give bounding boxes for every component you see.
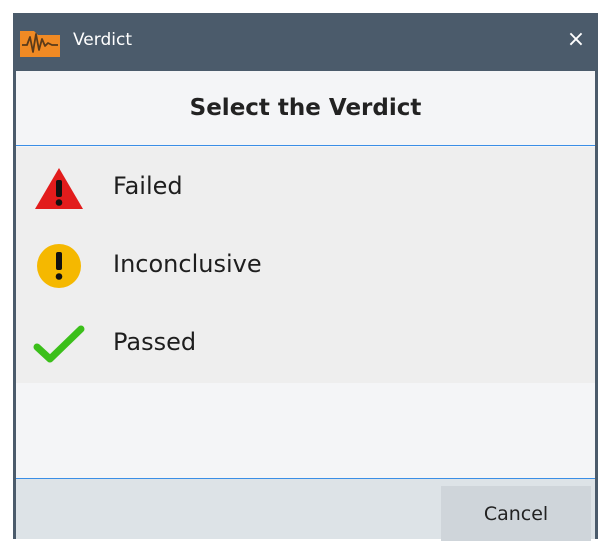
close-icon[interactable]: × <box>564 27 588 53</box>
heading-bar: Select the Verdict <box>16 71 595 146</box>
exclamation-circle-icon <box>33 243 85 289</box>
title-bar: Verdict × <box>13 13 598 71</box>
option-label: Passed <box>113 328 197 356</box>
waveform-folder-icon <box>18 25 62 59</box>
cancel-button[interactable]: Cancel <box>441 486 591 541</box>
option-failed[interactable]: Failed <box>16 149 595 225</box>
warning-triangle-icon <box>33 165 85 211</box>
checkmark-icon <box>33 321 85 367</box>
verdict-options: Failed Inconclusive Passed <box>16 147 595 383</box>
verdict-dialog: Verdict × Select the Verdict Failed Inco… <box>13 13 598 541</box>
option-inconclusive[interactable]: Inconclusive <box>16 227 595 303</box>
dialog-heading: Select the Verdict <box>189 95 422 121</box>
dialog-content: Select the Verdict Failed Inconclusive P… <box>16 71 595 478</box>
option-label: Inconclusive <box>113 250 262 278</box>
window-title: Verdict <box>73 30 132 50</box>
option-passed[interactable]: Passed <box>16 305 595 381</box>
option-label: Failed <box>113 172 183 200</box>
dialog-footer: Cancel <box>16 478 595 541</box>
